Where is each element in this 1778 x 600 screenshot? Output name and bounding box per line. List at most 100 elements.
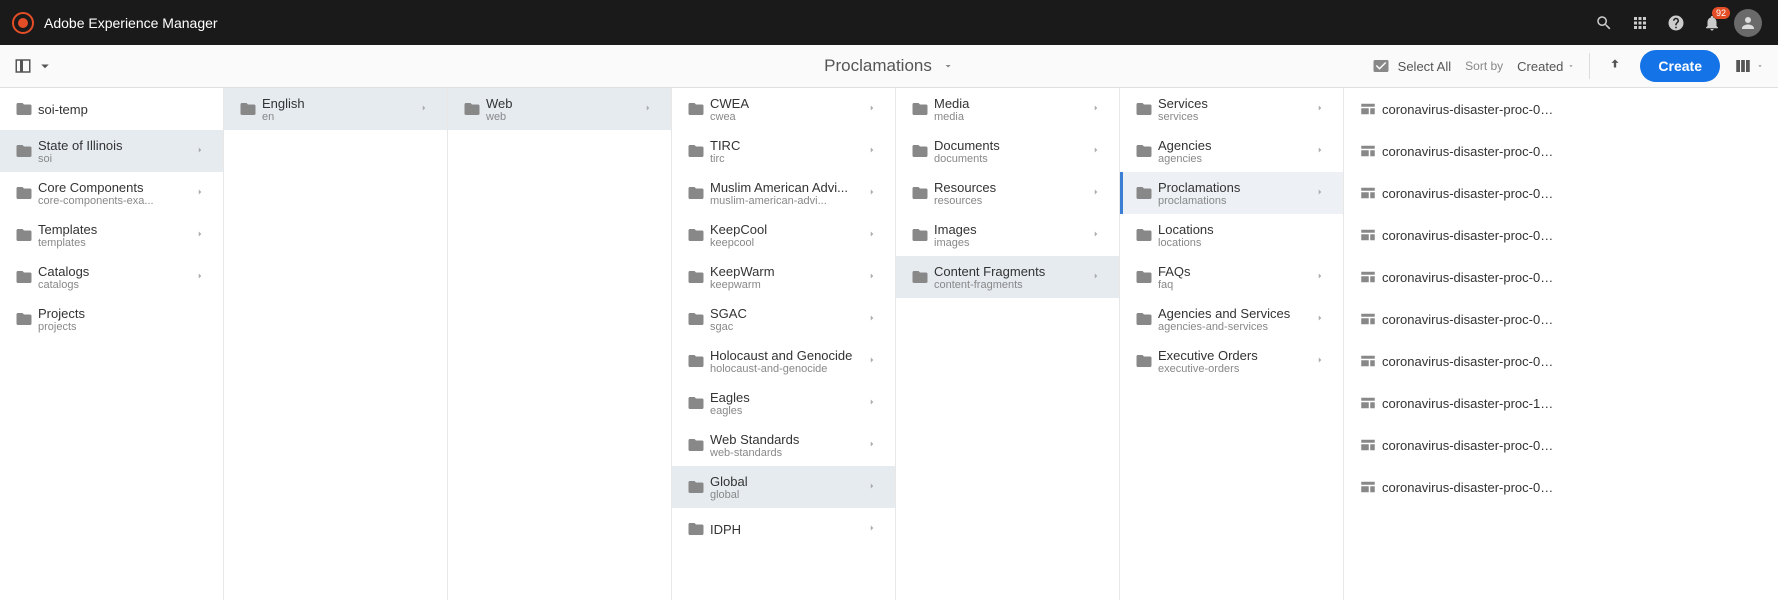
- chevron-right-icon: [867, 520, 885, 538]
- folder-item[interactable]: State of Illinoissoi: [0, 130, 223, 172]
- rail-toggle[interactable]: [14, 57, 54, 75]
- folder-icon: [906, 184, 934, 202]
- chevron-right-icon: [867, 268, 885, 286]
- folder-item[interactable]: Content Fragmentscontent-fragments: [896, 256, 1119, 298]
- create-button[interactable]: Create: [1640, 50, 1720, 82]
- folder-item[interactable]: Agenciesagencies: [1120, 130, 1343, 172]
- folder-item[interactable]: Templatestemplates: [0, 214, 223, 256]
- folder-item[interactable]: Holocaust and Genocideholocaust-and-geno…: [672, 340, 895, 382]
- item-title: Proclamations: [1158, 180, 1315, 195]
- folder-item[interactable]: SGACsgac: [672, 298, 895, 340]
- chevron-right-icon: [867, 142, 885, 160]
- chevron-right-icon: [195, 142, 213, 160]
- search-icon[interactable]: [1586, 5, 1622, 41]
- item-subtitle: media: [934, 111, 1091, 123]
- folder-item[interactable]: Englishen: [224, 88, 447, 130]
- item-title: Media: [934, 96, 1091, 111]
- chevron-right-icon: [867, 436, 885, 454]
- item-subtitle: sgac: [710, 321, 867, 333]
- item-subtitle: executive-orders: [1158, 363, 1315, 375]
- fragment-item[interactable]: coronavirus-disaster-proc-09-1...: [1344, 424, 1568, 466]
- folder-item[interactable]: Locationslocations: [1120, 214, 1343, 256]
- chevron-right-icon: [195, 184, 213, 202]
- notifications-icon[interactable]: 92: [1694, 5, 1730, 41]
- fragment-icon: [1354, 268, 1382, 286]
- folder-item[interactable]: KeepCoolkeepcool: [672, 214, 895, 256]
- folder-item[interactable]: Projectsprojects: [0, 298, 223, 340]
- item-title: Holocaust and Genocide: [710, 348, 867, 363]
- sort-direction-button[interactable]: [1604, 53, 1626, 80]
- fragment-item[interactable]: coronavirus-disaster-proc-08-2...: [1344, 466, 1568, 508]
- folder-item[interactable]: Core Componentscore-components-exa...: [0, 172, 223, 214]
- adobe-logo-icon: [12, 12, 34, 34]
- folder-icon: [682, 226, 710, 244]
- fragment-item[interactable]: coronavirus-disaster-proc-04-...: [1344, 298, 1568, 340]
- fragment-item[interactable]: coronavirus-disaster-proc-09-1...: [1344, 88, 1568, 130]
- folder-icon: [682, 436, 710, 454]
- column-2: Webweb: [448, 88, 672, 600]
- folder-item[interactable]: Globalglobal: [672, 466, 895, 508]
- folder-item[interactable]: Proclamationsproclamations: [1120, 172, 1343, 214]
- folder-icon: [906, 100, 934, 118]
- user-avatar[interactable]: [1730, 5, 1766, 41]
- fragment-item[interactable]: coronavirus-disaster-proc-04-...: [1344, 340, 1568, 382]
- item-title: State of Illinois: [38, 138, 195, 153]
- folder-item[interactable]: CWEAcwea: [672, 88, 895, 130]
- item-subtitle: muslim-american-advi...: [710, 195, 867, 207]
- folder-item[interactable]: Resourcesresources: [896, 172, 1119, 214]
- folder-item[interactable]: Eagleseagles: [672, 382, 895, 424]
- item-title: CWEA: [710, 96, 867, 111]
- item-subtitle: services: [1158, 111, 1315, 123]
- fragment-icon: [1354, 226, 1382, 244]
- chevron-right-icon: [1315, 310, 1333, 328]
- item-title: coronavirus-disaster-proc-04-...: [1382, 312, 1558, 327]
- folder-item[interactable]: Webweb: [448, 88, 671, 130]
- folder-item[interactable]: IDPH: [672, 508, 895, 550]
- chevron-right-icon: [867, 100, 885, 118]
- item-subtitle: content-fragments: [934, 279, 1091, 291]
- folder-item[interactable]: Muslim American Advi...muslim-american-a…: [672, 172, 895, 214]
- folder-item[interactable]: Mediamedia: [896, 88, 1119, 130]
- sort-by-dropdown[interactable]: Created: [1517, 59, 1575, 74]
- fragment-item[interactable]: coronavirus-disaster-proc-08-2...: [1344, 130, 1568, 172]
- item-title: Executive Orders: [1158, 348, 1315, 363]
- chevron-right-icon: [867, 478, 885, 496]
- folder-item[interactable]: Agencies and Servicesagencies-and-servic…: [1120, 298, 1343, 340]
- folder-item[interactable]: TIRCtirc: [672, 130, 895, 172]
- fragment-item[interactable]: coronavirus-disaster-proc-07-2...: [1344, 172, 1568, 214]
- folder-item[interactable]: Imagesimages: [896, 214, 1119, 256]
- folder-item[interactable]: Executive Ordersexecutive-orders: [1120, 340, 1343, 382]
- fragment-item[interactable]: coronavirus-disaster-proc-10-1...: [1344, 382, 1568, 424]
- help-icon[interactable]: [1658, 5, 1694, 41]
- folder-icon: [234, 100, 262, 118]
- folder-icon: [906, 268, 934, 286]
- folder-icon: [10, 226, 38, 244]
- item-title: coronavirus-disaster-proc-09-1...: [1382, 438, 1558, 453]
- item-title: Agencies: [1158, 138, 1315, 153]
- item-subtitle: core-components-exa...: [38, 195, 195, 207]
- action-bar: Proclamations Select All Sort by Created…: [0, 45, 1778, 88]
- folder-item[interactable]: Documentsdocuments: [896, 130, 1119, 172]
- apps-icon[interactable]: [1622, 5, 1658, 41]
- page-title[interactable]: Proclamations: [824, 56, 932, 76]
- item-subtitle: en: [262, 111, 419, 123]
- item-subtitle: documents: [934, 153, 1091, 165]
- folder-icon: [906, 226, 934, 244]
- breadcrumb-dropdown-icon[interactable]: [942, 60, 954, 72]
- select-all-button[interactable]: Select All: [1372, 57, 1451, 75]
- folder-item[interactable]: soi-temp: [0, 88, 223, 130]
- item-title: Locations: [1158, 222, 1333, 237]
- folder-item[interactable]: KeepWarmkeepwarm: [672, 256, 895, 298]
- fragment-item[interactable]: coronavirus-disaster-proc-06-...: [1344, 214, 1568, 256]
- folder-item[interactable]: FAQsfaq: [1120, 256, 1343, 298]
- fragment-item[interactable]: coronavirus-disaster-proc-05-2...: [1344, 256, 1568, 298]
- view-switcher[interactable]: [1734, 57, 1764, 75]
- folder-icon: [682, 310, 710, 328]
- folder-item[interactable]: Servicesservices: [1120, 88, 1343, 130]
- folder-item[interactable]: Catalogscatalogs: [0, 256, 223, 298]
- item-subtitle: keepcool: [710, 237, 867, 249]
- chevron-right-icon: [1091, 226, 1109, 244]
- folder-item[interactable]: Web Standardsweb-standards: [672, 424, 895, 466]
- item-title: coronavirus-disaster-proc-08-2...: [1382, 480, 1558, 495]
- folder-icon: [1130, 352, 1158, 370]
